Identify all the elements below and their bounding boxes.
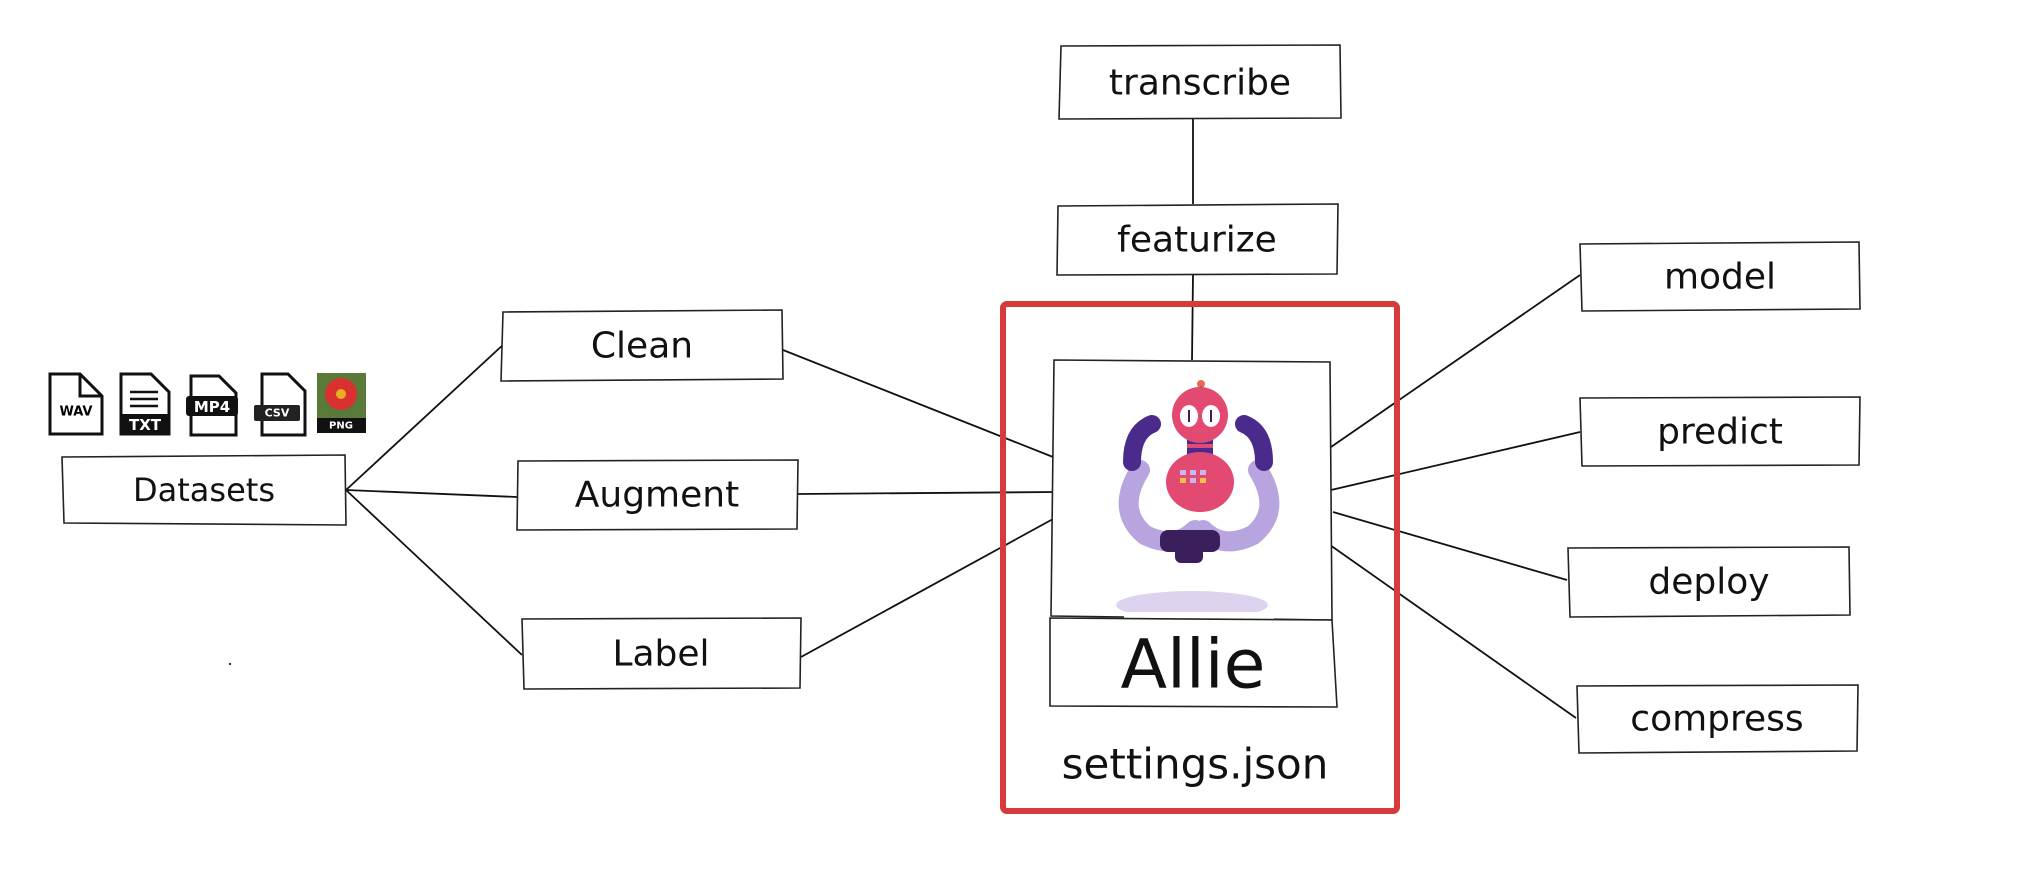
predict-node[interactable]: predict bbox=[1579, 396, 1861, 467]
datasets-node[interactable]: Datasets bbox=[61, 454, 347, 526]
allie-architecture-diagram: WAV TXT MP4 CSV PNG Datasets Clean Augme… bbox=[48, 44, 1861, 814]
svg-text:deploy: deploy bbox=[1648, 562, 1769, 603]
png-file-icon: PNG bbox=[317, 373, 366, 433]
edge-datasets-clean bbox=[345, 342, 506, 491]
svg-text:Allie: Allie bbox=[1120, 626, 1265, 705]
file-type-icons: WAV TXT MP4 CSV PNG bbox=[48, 372, 366, 437]
settings-json-label[interactable]: settings.json bbox=[1062, 740, 1329, 789]
svg-text:MP4: MP4 bbox=[194, 398, 230, 416]
edge-datasets-augment bbox=[345, 489, 518, 498]
csv-file-icon: CSV bbox=[254, 372, 307, 437]
svg-text:CSV: CSV bbox=[265, 407, 290, 420]
svg-text:transcribe: transcribe bbox=[1109, 63, 1291, 104]
svg-text:Augment: Augment bbox=[575, 475, 739, 516]
edge-datasets-label bbox=[345, 489, 523, 656]
svg-text:Datasets: Datasets bbox=[133, 471, 275, 509]
txt-file-icon: TXT bbox=[119, 372, 171, 436]
transcribe-node[interactable]: transcribe bbox=[1058, 44, 1342, 120]
svg-text:PNG: PNG bbox=[329, 421, 353, 432]
edge-allie-model bbox=[1330, 274, 1581, 448]
clean-node[interactable]: Clean bbox=[500, 309, 784, 382]
svg-text:Clean: Clean bbox=[591, 326, 693, 367]
mp4-file-icon: MP4 bbox=[186, 374, 238, 437]
model-node[interactable]: model bbox=[1579, 241, 1861, 312]
label-node[interactable]: Label bbox=[521, 617, 802, 690]
edge-label-allie bbox=[800, 518, 1054, 658]
edge-allie-compress bbox=[1329, 544, 1577, 719]
edge-clean-allie bbox=[782, 349, 1054, 458]
allie-node[interactable]: Allie bbox=[1049, 359, 1338, 708]
svg-text:model: model bbox=[1664, 257, 1776, 298]
svg-text:TXT: TXT bbox=[129, 416, 162, 434]
edge-featurize-allie bbox=[1191, 274, 1194, 361]
wav-file-icon: WAV bbox=[48, 372, 104, 436]
svg-text:featurize: featurize bbox=[1117, 220, 1277, 261]
edge-allie-deploy bbox=[1332, 511, 1568, 581]
svg-text:compress: compress bbox=[1630, 699, 1803, 740]
compress-node[interactable]: compress bbox=[1576, 684, 1859, 754]
stray-dot bbox=[228, 662, 232, 666]
featurize-node[interactable]: featurize bbox=[1056, 203, 1339, 276]
edge-augment-allie bbox=[797, 491, 1056, 495]
augment-node[interactable]: Augment bbox=[516, 459, 799, 531]
svg-text:Label: Label bbox=[612, 634, 709, 675]
deploy-node[interactable]: deploy bbox=[1567, 546, 1851, 618]
svg-text:WAV: WAV bbox=[60, 405, 93, 420]
svg-text:predict: predict bbox=[1657, 412, 1783, 453]
edge-allie-predict bbox=[1330, 431, 1581, 491]
